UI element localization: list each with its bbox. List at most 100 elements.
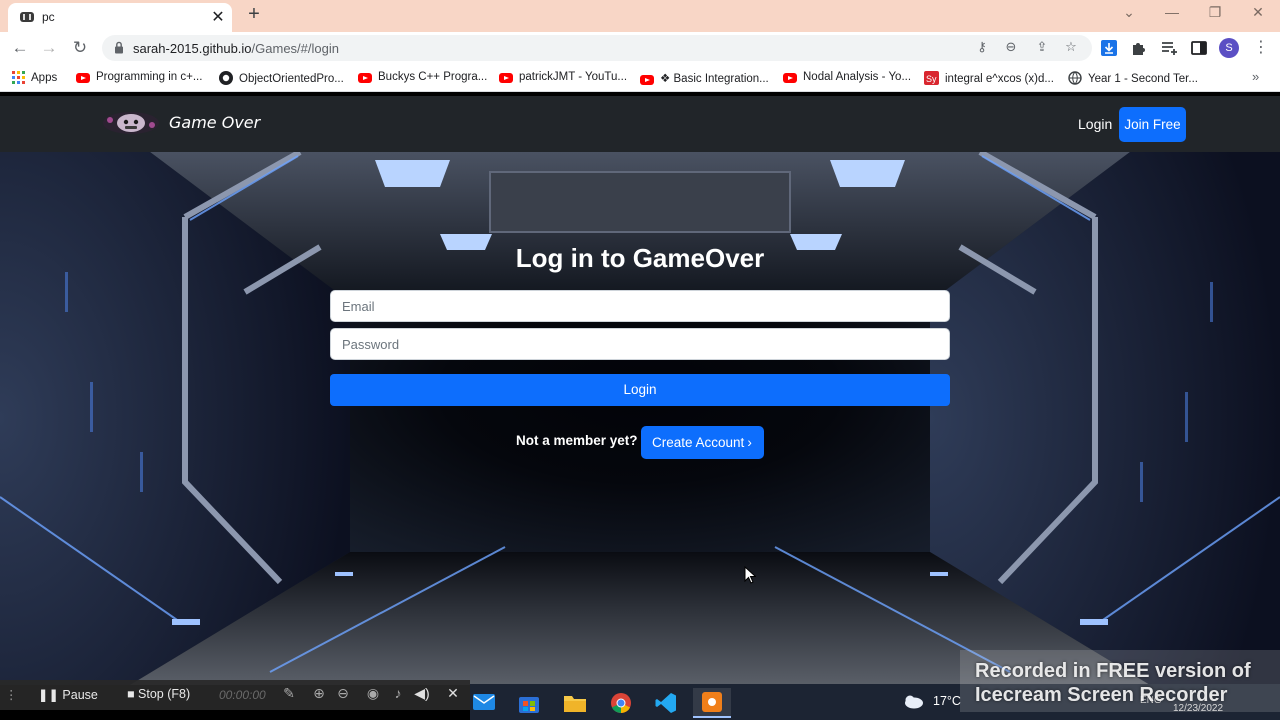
recording-timer: 00:00:00 — [219, 688, 266, 702]
bookmark-star-icon[interactable]: ☆ — [1062, 39, 1080, 55]
game-over-logo[interactable] — [102, 110, 160, 136]
zoom-icon[interactable]: ⊖ — [1002, 39, 1020, 55]
new-tab-icon[interactable]: + — [243, 3, 265, 26]
microphone-icon[interactable]: ♪ — [390, 685, 406, 701]
profile-avatar[interactable]: S — [1219, 38, 1239, 58]
bookmark-apps[interactable]: Apps — [12, 71, 57, 87]
apps-grid-icon — [12, 71, 25, 84]
zoom-in-icon[interactable]: ⊕ — [311, 685, 327, 702]
watermark-line-2: Icecream Screen Recorder — [975, 684, 1228, 706]
url-path: /Games/#/login — [251, 41, 339, 56]
restore-icon[interactable]: ❐ — [1201, 4, 1229, 21]
symbolab-icon: Sy — [924, 71, 939, 85]
youtube-icon — [76, 73, 90, 83]
bookmark-label: ❖ Basic Integration... — [660, 73, 769, 85]
webcam-icon[interactable]: ◉ — [365, 685, 381, 702]
mouse-cursor-icon — [744, 566, 756, 584]
weather-temperature[interactable]: 17°C — [933, 694, 961, 708]
email-input[interactable] — [330, 290, 950, 322]
bookmark-label: patrickJMT - YouTu... — [519, 71, 628, 83]
login-title: Log in to GameOver — [515, 243, 765, 273]
pause-icon: ❚❚ — [38, 688, 63, 702]
taskbar-mail[interactable] — [465, 688, 503, 718]
not-member-text: Not a member yet? — [516, 433, 638, 448]
corridor-background-image — [0, 152, 1280, 685]
brand-name[interactable]: Game Over — [169, 113, 260, 132]
gamepad-favicon-icon — [20, 12, 34, 22]
download-extension-icon[interactable] — [1100, 39, 1118, 57]
browser-tab[interactable]: pc ✕ — [8, 3, 232, 32]
bookmark-buckys[interactable]: Buckys C++ Progra... — [358, 71, 487, 87]
share-icon[interactable]: ⇪ — [1033, 39, 1051, 55]
bookmark-nodal[interactable]: Nodal Analysis - Yo... — [783, 71, 911, 87]
bookmarks-overflow-icon[interactable]: » — [1252, 69, 1259, 84]
bookmarks-bar: Apps Programming in c+... ObjectOriented… — [0, 64, 1280, 92]
nav-login-link[interactable]: Login — [1078, 116, 1112, 132]
bookmark-patrickjmt[interactable]: patrickJMT - YouTu... — [499, 71, 627, 87]
password-input[interactable] — [330, 328, 950, 360]
taskbar-icecream-recorder[interactable] — [693, 688, 731, 718]
bookmark-label: integral e^xcos (x)d... — [945, 73, 1054, 85]
folder-icon — [564, 696, 586, 712]
taskbar-chrome[interactable] — [602, 688, 640, 718]
extensions-puzzle-icon[interactable] — [1130, 39, 1148, 57]
drag-handle-icon[interactable]: ⋮ — [5, 687, 18, 702]
login-button[interactable]: Login — [330, 374, 950, 406]
stop-button[interactable]: ■ Stop (F8) — [127, 687, 190, 701]
globe-icon — [1068, 71, 1082, 85]
speaker-icon[interactable]: ◀) — [414, 685, 430, 702]
browser-tab-strip: pc ✕ + ⌄ — ❐ ✕ — [0, 0, 1280, 32]
close-recorder-icon[interactable]: ✕ — [445, 685, 461, 702]
lock-icon — [115, 41, 123, 54]
weather-cloud-icon — [905, 695, 923, 709]
taskbar-vscode[interactable] — [647, 688, 685, 718]
youtube-icon — [640, 75, 654, 85]
bookmark-label: Buckys C++ Progra... — [378, 71, 488, 83]
url-text: sarah-2015.github.io/Games/#/login — [133, 41, 339, 56]
bookmark-oop[interactable]: ObjectOrientedPro... — [219, 71, 344, 87]
join-free-button[interactable]: Join Free — [1119, 107, 1186, 142]
bookmark-programming[interactable]: Programming in c+... — [76, 71, 202, 87]
stop-icon: ■ — [127, 687, 139, 701]
pause-button[interactable]: ❚❚ Pause — [38, 687, 98, 702]
taskbar-file-explorer[interactable] — [556, 688, 594, 718]
tab-search-chevron-icon[interactable]: ⌄ — [1115, 4, 1143, 21]
svg-text:Sy: Sy — [926, 74, 937, 84]
pen-icon[interactable]: ✎ — [281, 685, 297, 702]
bookmark-integration[interactable]: ❖ Basic Integration... — [640, 71, 769, 87]
minimize-icon[interactable]: — — [1158, 4, 1186, 20]
chevron-right-icon: › — [747, 435, 752, 450]
bookmark-label: Nodal Analysis - Yo... — [803, 71, 912, 83]
watermark-line-1: Recorded in FREE version of — [975, 660, 1251, 682]
reload-icon[interactable]: ↻ — [68, 36, 92, 60]
store-icon — [519, 697, 539, 713]
reading-list-icon[interactable] — [1160, 39, 1178, 57]
site-navbar: Game Over Login Join Free — [0, 96, 1280, 152]
vscode-icon — [655, 693, 676, 713]
tab-close-icon[interactable]: ✕ — [208, 7, 228, 27]
youtube-icon — [783, 73, 797, 83]
back-arrow-icon[interactable]: ← — [8, 36, 32, 60]
window-close-icon[interactable]: ✕ — [1244, 4, 1272, 21]
side-panel-icon[interactable] — [1190, 39, 1208, 57]
recorder-toolbar: ⋮ ❚❚ Pause ■ Stop (F8) 00:00:00 ✎ ⊕ ⊖ ◉ … — [0, 680, 470, 710]
address-bar[interactable]: sarah-2015.github.io/Games/#/login ⚷ ⊖ ⇪… — [102, 35, 1092, 61]
key-icon[interactable]: ⚷ — [973, 39, 991, 55]
url-host: sarah-2015.github.io — [133, 41, 252, 56]
forward-arrow-icon[interactable]: → — [37, 36, 61, 60]
pause-label: Pause — [62, 688, 98, 702]
bookmark-label: Programming in c+... — [96, 71, 203, 83]
github-icon — [219, 71, 233, 85]
bookmark-year1[interactable]: Year 1 - Second Ter... — [1068, 71, 1198, 87]
taskbar-store[interactable] — [510, 688, 548, 718]
chrome-icon — [611, 693, 631, 714]
zoom-out-icon[interactable]: ⊖ — [335, 685, 351, 702]
mail-icon — [473, 694, 495, 710]
stop-label: Stop (F8) — [138, 687, 191, 701]
browser-toolbar: ← → ↻ sarah-2015.github.io/Games/#/login… — [0, 32, 1280, 64]
bookmark-label: Apps — [31, 72, 58, 84]
youtube-icon — [358, 73, 372, 83]
create-account-button[interactable]: Create Account › — [641, 426, 764, 459]
more-menu-icon[interactable]: ⋮ — [1253, 37, 1269, 57]
bookmark-integral[interactable]: Sy integral e^xcos (x)d... — [924, 71, 1054, 87]
